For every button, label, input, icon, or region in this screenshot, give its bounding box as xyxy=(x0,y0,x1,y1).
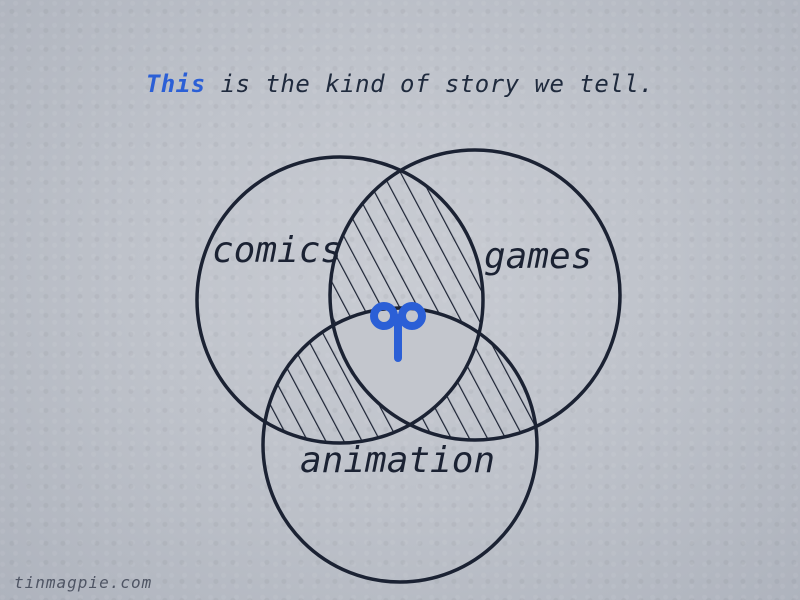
label-comics: comics xyxy=(212,230,342,271)
logo-mark-icon xyxy=(370,302,426,362)
footer-site-name: tinmagpie.com xyxy=(14,573,153,592)
label-animation: animation xyxy=(300,440,495,481)
label-games: games xyxy=(484,236,592,277)
